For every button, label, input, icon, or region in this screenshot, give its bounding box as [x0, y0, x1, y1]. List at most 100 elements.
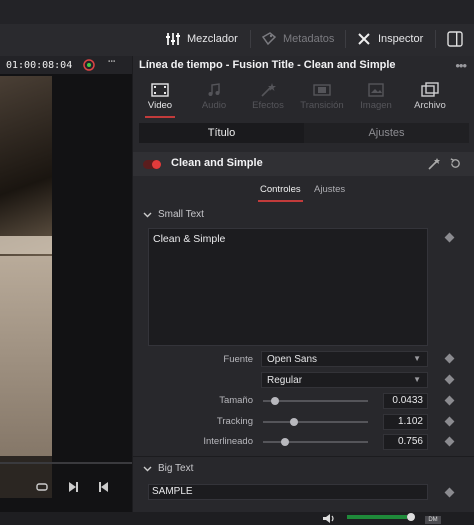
audio-icon — [208, 83, 220, 96]
toolbar-divider — [250, 30, 251, 48]
keyframe-diamond-icon[interactable] — [444, 374, 455, 385]
size-label: Tamaño — [219, 395, 253, 406]
inspector-tabs: Video Audio Efectos Transición Imagen Ar… — [133, 78, 474, 118]
subtab-controls[interactable]: Controles — [258, 184, 303, 202]
font-style-value: Regular — [267, 374, 303, 386]
video-rail — [0, 236, 52, 254]
mixer-icon — [166, 33, 180, 45]
tracking-slider-track[interactable] — [263, 421, 368, 423]
panel-toggle-icon[interactable] — [447, 31, 463, 47]
viewer-panel: 01:00:08:04 ⋯ — [0, 54, 132, 525]
section-divider — [133, 456, 474, 457]
section-label: Small Text — [158, 209, 204, 220]
tracking-field[interactable]: 1.102 — [383, 414, 428, 430]
metadata-label: Metadatos — [283, 33, 335, 45]
transport-controls — [0, 476, 132, 500]
tracking-label: Tracking — [216, 416, 253, 427]
color-wheel-icon[interactable] — [82, 58, 96, 72]
top-toolbar: Mezclador Metadatos Inspector — [0, 0, 474, 56]
transition-icon — [313, 84, 331, 96]
tab-label: Imagen — [360, 100, 392, 111]
small-text-input[interactable]: Clean & Simple — [148, 228, 428, 346]
keyframe-diamond-icon[interactable] — [444, 353, 455, 364]
leading-slider-track[interactable] — [263, 441, 368, 443]
size-field[interactable]: 0.0433 — [383, 393, 428, 409]
status-bar: DM — [0, 512, 474, 525]
font-label: Fuente — [223, 354, 253, 365]
leading-label: Interlineado — [203, 436, 253, 447]
tab-effects[interactable]: Efectos — [241, 78, 295, 118]
keyframe-diamond-icon[interactable] — [444, 395, 455, 406]
tab-label: Archivo — [414, 100, 446, 111]
keyframe-diamond-icon[interactable] — [444, 487, 455, 498]
keyframe-diamond-icon[interactable] — [444, 416, 455, 427]
inspector-label: Inspector — [378, 33, 424, 45]
mixer-button[interactable]: Mezclador — [165, 28, 238, 50]
video-frame — [0, 76, 52, 498]
video-background — [0, 76, 52, 256]
video-floor — [0, 256, 52, 456]
video-icon — [151, 83, 169, 97]
volume-meter — [347, 515, 407, 519]
image-icon — [368, 83, 384, 97]
inspector-panel: Línea de tiempo - Fusion Title - Clean a… — [133, 56, 474, 525]
toolbar-divider — [435, 30, 436, 48]
font-style-select[interactable]: Regular ▼ — [261, 372, 428, 388]
controls-subtabs: Controles Ajustes — [133, 180, 474, 202]
big-text-section[interactable]: Big Text — [143, 463, 193, 474]
magic-wand-icon[interactable] — [427, 157, 441, 171]
tab-file[interactable]: Archivo — [403, 78, 457, 118]
tab-label: Video — [147, 100, 173, 111]
effect-name: Clean and Simple — [171, 157, 263, 169]
metadata-button[interactable]: Metadatos — [261, 28, 334, 50]
tab-video[interactable]: Video — [133, 78, 187, 118]
title-settings-switch: Título Ajustes — [139, 123, 469, 143]
leading-slider-knob[interactable] — [281, 438, 289, 446]
tab-audio[interactable]: Audio — [187, 78, 241, 118]
file-icon — [421, 82, 439, 97]
volume-knob[interactable] — [407, 513, 415, 521]
keyframe-diamond-icon[interactable] — [444, 436, 455, 447]
font-value: Open Sans — [267, 353, 318, 365]
loop-icon[interactable] — [35, 480, 49, 494]
keyframe-diamond-icon[interactable] — [444, 232, 455, 243]
mixer-label: Mezclador — [187, 33, 238, 45]
inspector-button[interactable]: Inspector — [356, 28, 423, 50]
tab-image[interactable]: Imagen — [349, 78, 403, 118]
reset-icon[interactable] — [449, 157, 462, 170]
big-text-input[interactable]: SAMPLE — [148, 484, 428, 500]
more-options-icon[interactable]: ⋯ — [108, 54, 115, 68]
toolbar-divider — [345, 30, 346, 48]
segment-title[interactable]: Título — [139, 123, 304, 143]
inspector-title: Línea de tiempo - Fusion Title - Clean a… — [139, 59, 396, 71]
inspector-options-icon[interactable]: ••• — [455, 58, 467, 73]
chevron-down-icon: ▼ — [413, 354, 421, 363]
speaker-icon[interactable] — [322, 513, 336, 524]
timecode: 01:00:08:04 — [6, 59, 73, 71]
effects-icon — [261, 83, 276, 97]
effect-header: Clean and Simple — [133, 152, 474, 176]
tab-label: Efectos — [252, 100, 284, 111]
subtab-settings[interactable]: Ajustes — [314, 184, 345, 195]
chevron-down-icon — [143, 212, 152, 218]
scrub-bar[interactable] — [0, 462, 132, 464]
top-strip — [0, 0, 474, 24]
play-to-end-icon[interactable] — [66, 480, 80, 494]
tracking-slider-knob[interactable] — [290, 418, 298, 426]
font-select[interactable]: Open Sans ▼ — [261, 351, 428, 367]
tab-transition[interactable]: Transición — [295, 78, 349, 118]
effect-enable-toggle[interactable] — [143, 160, 161, 169]
metadata-icon — [261, 32, 277, 46]
chevron-down-icon: ▼ — [413, 375, 421, 384]
timecode-bar: 01:00:08:04 ⋯ — [0, 54, 132, 74]
small-text-section[interactable]: Small Text — [143, 209, 204, 220]
skip-back-icon[interactable] — [97, 480, 111, 494]
tab-label: Transición — [300, 100, 344, 111]
status-badge: DM — [425, 516, 441, 524]
segment-settings[interactable]: Ajustes — [304, 123, 469, 143]
size-slider-knob[interactable] — [271, 397, 279, 405]
leading-field[interactable]: 0.756 — [383, 434, 428, 450]
chevron-down-icon — [143, 466, 152, 472]
section-label: Big Text — [158, 463, 194, 474]
inspector-tools-icon — [358, 33, 370, 45]
